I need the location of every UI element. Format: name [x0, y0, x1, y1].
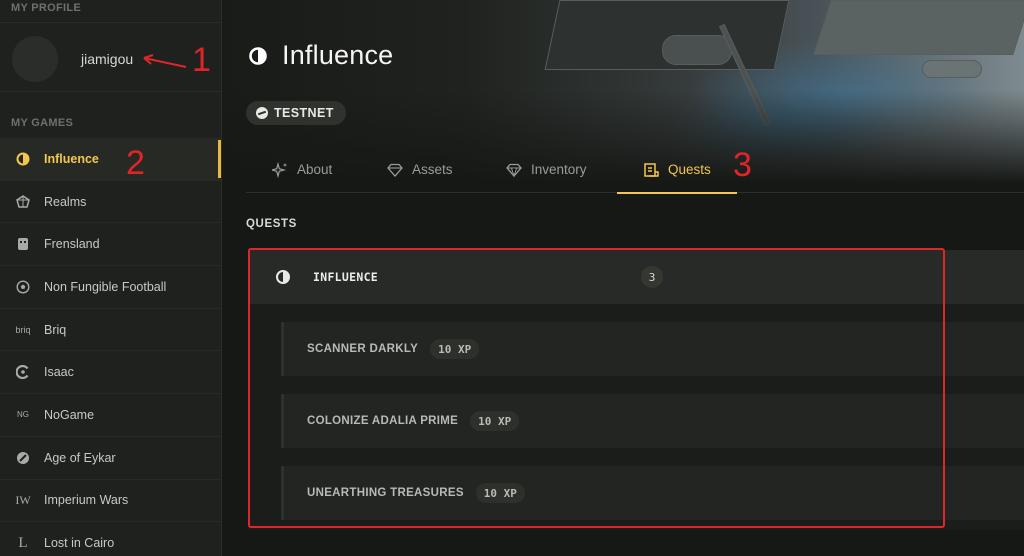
sidebar-item-imperium-wars[interactable]: IW Imperium Wars — [0, 480, 221, 523]
imperium-icon: IW — [15, 492, 31, 507]
sidebar: MY PROFILE jiamigou MY GAMES Influence R… — [0, 0, 222, 556]
sidebar-item-lost-in-cairo[interactable]: L Lost in Cairo — [0, 522, 221, 556]
football-icon — [14, 278, 32, 296]
sidebar-item-non-fungible-football[interactable]: Non Fungible Football — [0, 266, 221, 309]
influence-logo-icon — [275, 269, 291, 285]
isaac-icon — [14, 363, 32, 381]
quest-count-badge: 3 — [641, 266, 663, 288]
sidebar-item-age-of-eykar[interactable]: Age of Eykar — [0, 437, 221, 480]
influence-logo-icon — [248, 46, 268, 66]
realms-icon — [14, 193, 32, 211]
xp-badge: 10 XP — [475, 483, 525, 503]
xp-badge: 10 XP — [470, 411, 520, 431]
sidebar-item-isaac[interactable]: Isaac — [0, 351, 221, 395]
sidebar-item-frensland[interactable]: Frensland — [0, 223, 221, 267]
sidebar-item-label: Isaac — [44, 365, 74, 380]
quest-group-name: INFLUENCE — [313, 270, 379, 284]
quest-item[interactable]: UNEARTHING TREASURES 10 XP — [281, 466, 1024, 520]
station-module — [662, 35, 732, 65]
eykar-icon — [14, 449, 32, 467]
sidebar-item-label: Age of Eykar — [44, 450, 116, 465]
quest-name: UNEARTHING TREASURES — [307, 487, 464, 499]
diamond-icon — [387, 162, 403, 178]
sidebar-item-label: Frensland — [44, 237, 100, 252]
sparkle-icon — [272, 161, 288, 178]
frensland-icon — [14, 235, 32, 253]
username: jiamigou — [81, 51, 134, 67]
sidebar-item-label: Lost in Cairo — [44, 536, 115, 551]
quest-name: SCANNER DARKLY — [307, 343, 419, 355]
nogame-icon: NG — [17, 410, 29, 420]
quest-item[interactable]: COLONIZE ADALIA PRIME 10 XP — [281, 394, 1024, 448]
tab-label: Quests — [668, 162, 711, 177]
games-list: Influence Realms Frensland Non Fungible … — [0, 138, 221, 556]
station-module — [813, 0, 1024, 55]
tab-label: Inventory — [531, 162, 587, 177]
testnet-badge: TESTNET — [246, 101, 346, 125]
station-module — [922, 60, 982, 78]
sidebar-item-label: Influence — [44, 151, 99, 166]
page-title: Influence — [282, 40, 394, 70]
tab-assets[interactable]: Assets — [387, 146, 453, 193]
annotation-arrow — [143, 54, 187, 68]
network-icon — [256, 107, 268, 119]
my-games-label: MY GAMES — [11, 117, 74, 129]
my-profile-label: MY PROFILE — [11, 2, 82, 14]
tab-label: About — [297, 162, 333, 177]
annotation-number-3: 3 — [733, 146, 752, 184]
quest-name: COLONIZE ADALIA PRIME — [307, 415, 459, 427]
influence-logo-icon — [14, 150, 32, 168]
quest-icon — [643, 162, 659, 178]
quest-item[interactable]: SCANNER DARKLY 10 XP — [281, 322, 1024, 376]
section-title: QUESTS — [246, 218, 297, 230]
tab-bar: About Assets Inventory Quests — [246, 146, 1024, 194]
tab-quests[interactable]: Quests — [617, 146, 737, 194]
annotation-number-2: 2 — [126, 144, 145, 182]
gem-icon — [506, 162, 522, 178]
sidebar-item-label: Imperium Wars — [44, 493, 129, 508]
tab-label: Assets — [412, 162, 453, 177]
avatar[interactable] — [12, 36, 58, 82]
game-header: Influence — [248, 40, 393, 71]
tab-inventory[interactable]: Inventory — [506, 146, 587, 193]
sidebar-item-briq[interactable]: briq Briq — [0, 309, 221, 352]
cairo-icon: L — [18, 534, 28, 551]
sidebar-item-label: Briq — [44, 322, 67, 337]
sidebar-item-realms[interactable]: Realms — [0, 181, 221, 224]
sidebar-item-label: Realms — [44, 194, 87, 209]
xp-badge: 10 XP — [430, 339, 480, 359]
badge-label: TESTNET — [274, 106, 334, 120]
sidebar-item-nogame[interactable]: NG NoGame — [0, 394, 221, 437]
sidebar-item-label: NoGame — [44, 407, 95, 422]
sidebar-item-label: Non Fungible Football — [44, 279, 167, 294]
tab-about[interactable]: About — [272, 146, 332, 193]
sidebar-item-influence[interactable]: Influence — [0, 138, 221, 181]
briq-icon: briq — [15, 324, 31, 335]
quest-group-header[interactable]: INFLUENCE 3 — [248, 250, 1024, 304]
annotation-number-1: 1 — [192, 41, 211, 79]
